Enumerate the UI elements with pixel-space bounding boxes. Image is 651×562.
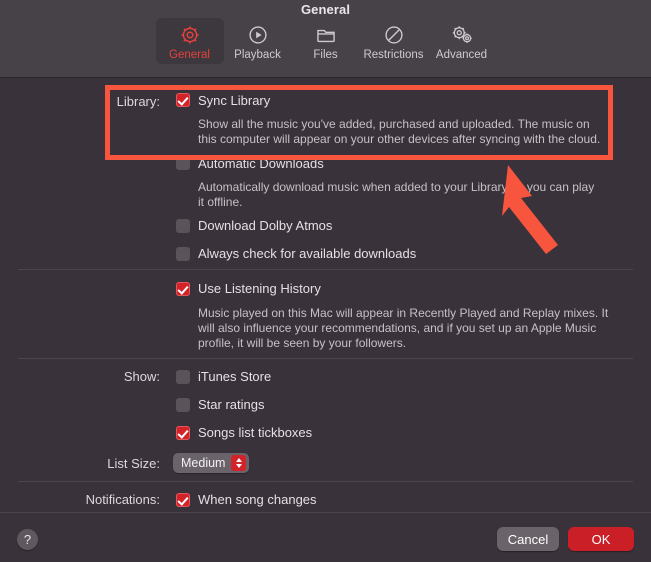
window-titlebar: General General Playback Files Restricti… (0, 0, 651, 78)
divider-3 (18, 481, 633, 482)
tab-advanced[interactable]: Advanced (428, 18, 496, 64)
show-itunes-store-label: iTunes Store (198, 369, 272, 384)
dialog-footer: ? Cancel OK (0, 512, 651, 562)
cancel-button[interactable]: Cancel (497, 527, 559, 551)
show-label: Show: (123, 369, 160, 384)
divider-1 (18, 269, 633, 270)
automatic-downloads-checkbox[interactable] (176, 156, 190, 170)
preferences-toolbar: General Playback Files Restrictions Adva… (0, 18, 651, 64)
when-song-changes-label: When song changes (198, 492, 317, 507)
listening-history-description: Music played on this Mac will appear in … (198, 306, 609, 350)
always-check-label: Always check for available downloads (198, 246, 417, 261)
stepper-icon[interactable] (231, 455, 247, 471)
window-title: General (300, 2, 351, 17)
show-star-ratings-checkbox[interactable] (176, 398, 190, 412)
show-songs-list-tickboxes-label: Songs list tickboxes (198, 425, 313, 440)
tab-restrictions-label: Restrictions (363, 49, 424, 61)
dolby-atmos-label: Download Dolby Atmos (198, 218, 333, 233)
list-size-popup[interactable]: Medium (173, 453, 250, 473)
tab-general-label: General (169, 49, 210, 61)
always-check-checkbox[interactable] (176, 247, 190, 261)
tab-files[interactable]: Files (292, 18, 360, 64)
show-songs-list-tickboxes-checkbox[interactable] (176, 426, 190, 440)
chevron-down-icon (235, 464, 242, 468)
folder-icon (315, 22, 337, 48)
tab-playback-label: Playback (234, 49, 281, 61)
help-button[interactable]: ? (17, 529, 38, 550)
ok-button[interactable]: OK (568, 527, 634, 551)
gears-icon (450, 22, 474, 48)
tab-advanced-label: Advanced (435, 49, 488, 61)
tab-general[interactable]: General (155, 18, 224, 64)
gear-icon (179, 22, 201, 48)
sync-library-description: Show all the music you've added, purchas… (198, 117, 601, 146)
tab-restrictions[interactable]: Restrictions (360, 18, 428, 64)
when-song-changes-checkbox[interactable] (176, 493, 190, 507)
list-size-label: List Size: (107, 456, 160, 471)
prohibit-icon (383, 22, 405, 48)
list-size-value: Medium (181, 456, 226, 470)
notifications-label: Notifications: (85, 492, 160, 507)
show-star-ratings-label: Star ratings (198, 397, 265, 412)
sync-library-label: Sync Library (198, 93, 271, 108)
play-circle-icon (247, 22, 269, 48)
preferences-window: General General Playback Files Restricti… (0, 0, 651, 562)
tab-files-label: Files (313, 49, 338, 61)
dolby-atmos-checkbox[interactable] (176, 219, 190, 233)
show-itunes-store-checkbox[interactable] (176, 370, 190, 384)
library-label: Library: (116, 94, 160, 109)
listening-history-label: Use Listening History (198, 281, 321, 296)
automatic-downloads-label: Automatic Downloads (198, 156, 324, 171)
automatic-downloads-description: Automatically download music when added … (198, 180, 595, 209)
preferences-content: Library: Sync Library Show all the music… (0, 78, 651, 512)
tab-playback[interactable]: Playback (224, 18, 292, 64)
divider-2 (18, 358, 633, 359)
listening-history-checkbox[interactable] (176, 282, 190, 296)
chevron-up-icon (235, 458, 242, 462)
sync-library-checkbox[interactable] (176, 93, 190, 107)
